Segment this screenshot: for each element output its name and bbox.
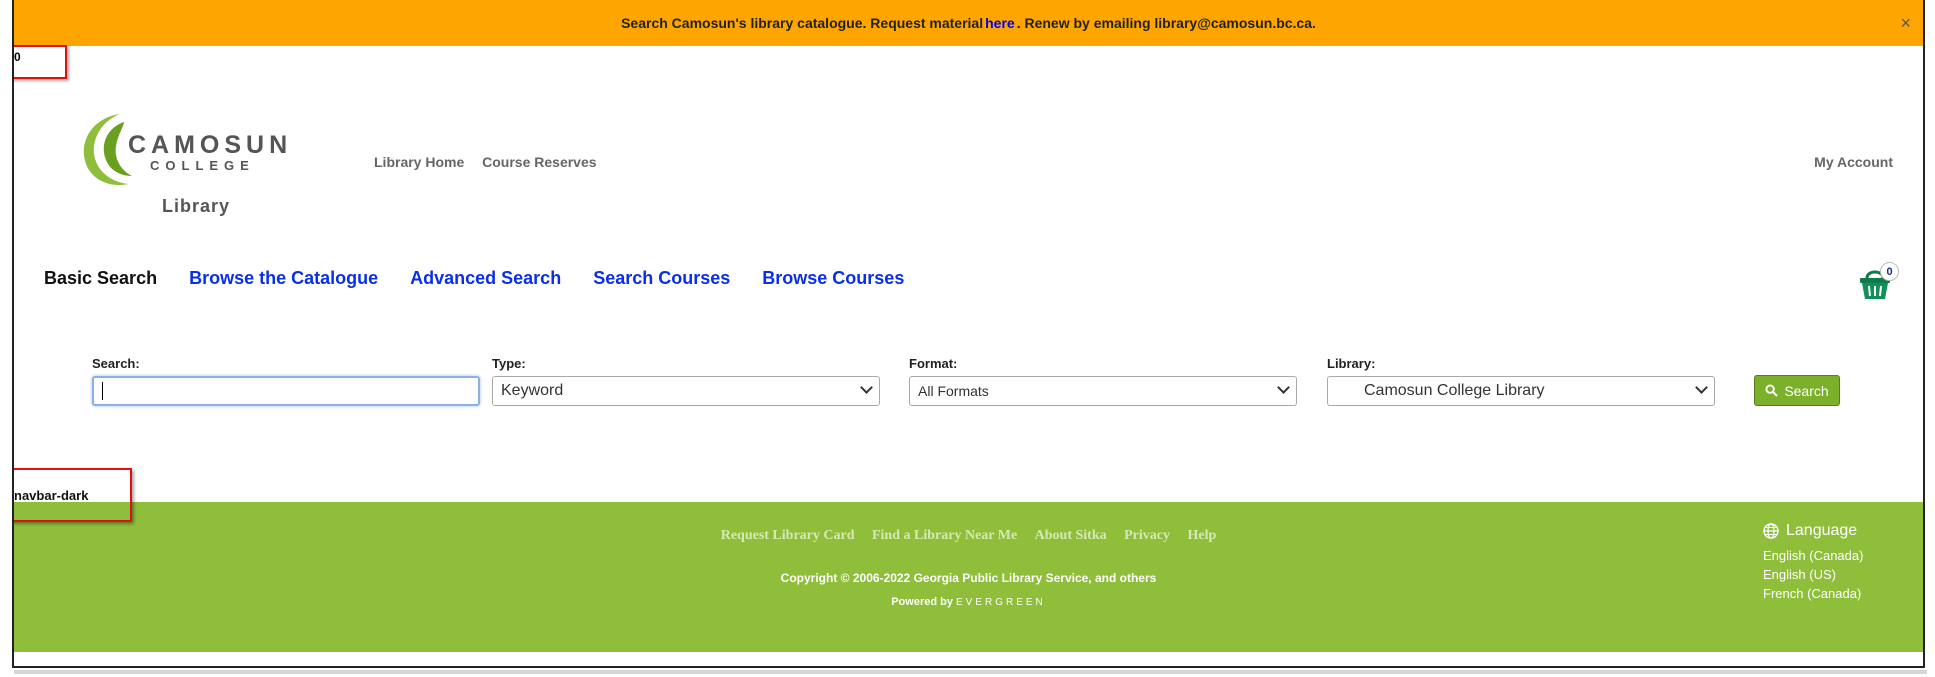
chevron-down-icon [860,381,873,394]
copyright-text: Copyright © 2006-2022 Georgia Public Lib… [780,571,1157,585]
my-account-link[interactable]: My Account [1814,154,1893,170]
search-input[interactable] [92,376,480,406]
tab-basic-search[interactable]: Basic Search [44,268,157,289]
nav-library-home[interactable]: Library Home [374,154,464,170]
banner-text: Search Camosun's library catalogue. Requ… [621,15,984,31]
search-label: Search: [92,356,140,371]
language-menu: Language English (Canada) English (US) F… [1763,522,1913,605]
language-title: Language [1786,522,1858,539]
format-field-group: Format: All Formats [909,356,1297,406]
powered-by: Powered by EVERGREEN [14,596,1923,608]
format-label: Format: [909,356,958,371]
frame-shadow [14,670,1927,674]
library-label-field: Library: [1327,356,1376,371]
language-english-us[interactable]: English (US) [1763,567,1913,582]
type-field-group: Type: Keyword [492,356,880,406]
footer-link-privacy[interactable]: Privacy [1124,528,1170,543]
globe-icon [1763,523,1779,539]
type-label: Type: [492,356,526,371]
chevron-down-icon [1695,381,1708,394]
powered-by-label: Powered by [891,596,953,608]
language-french-canada[interactable]: French (Canada) [1763,586,1913,601]
library-select[interactable]: Camosun College Library [1327,376,1715,406]
library-label: Library [162,196,231,216]
type-value: Keyword [501,382,564,399]
banner-text-after: . Renew by emailing library@camosun.bc.c… [1016,15,1316,31]
format-select[interactable]: All Formats [909,376,1297,406]
library-field-group: Library: Camosun College Library [1327,356,1715,406]
chevron-down-icon [1277,381,1290,394]
footer: Request Library Card Find a Library Near… [14,502,1923,652]
footer-links: Request Library Card Find a Library Near… [14,528,1923,544]
footer-link-find-library[interactable]: Find a Library Near Me [872,528,1017,543]
annotation-box-zero [14,45,67,79]
camosun-logo[interactable]: CAMOSUN COLLEGE Library [80,112,300,222]
tab-browse-courses[interactable]: Browse Courses [762,268,904,289]
search-icon [1765,384,1779,397]
search-tabs: Basic Search Browse the Catalogue Advanc… [44,268,936,289]
format-value: All Formats [918,383,989,399]
tab-search-courses[interactable]: Search Courses [593,268,730,289]
language-english-canada[interactable]: English (Canada) [1763,548,1913,563]
search-field-group: Search: [92,356,480,406]
footer-link-help[interactable]: Help [1188,528,1217,543]
top-nav: Library Home Course Reserves [374,154,611,170]
banner-here-link[interactable]: here [985,15,1015,31]
basket-button[interactable]: 0 [1857,262,1899,302]
search-button[interactable]: Search [1754,375,1840,406]
nav-course-reserves[interactable]: Course Reserves [482,154,596,170]
type-select[interactable]: Keyword [492,376,880,406]
page-frame: Search Camosun's library catalogue. Requ… [12,0,1925,668]
footer-link-about-sitka[interactable]: About Sitka [1035,528,1107,543]
announcement-banner: Search Camosun's library catalogue. Requ… [14,0,1923,46]
library-value: Camosun College Library [1364,382,1545,399]
tab-advanced-search[interactable]: Advanced Search [410,268,561,289]
logo-name: CAMOSUN [128,131,293,159]
close-icon[interactable]: × [1900,13,1911,34]
tab-browse-catalogue[interactable]: Browse the Catalogue [189,268,378,289]
basket-count-badge: 0 [1880,262,1899,281]
footer-link-request-card[interactable]: Request Library Card [721,528,855,543]
logo-sub: COLLEGE [150,158,255,173]
annotation-box-navbar [14,468,132,522]
search-button-label: Search [1784,382,1829,399]
evergreen-logo[interactable]: EVERGREEN [956,597,1046,608]
